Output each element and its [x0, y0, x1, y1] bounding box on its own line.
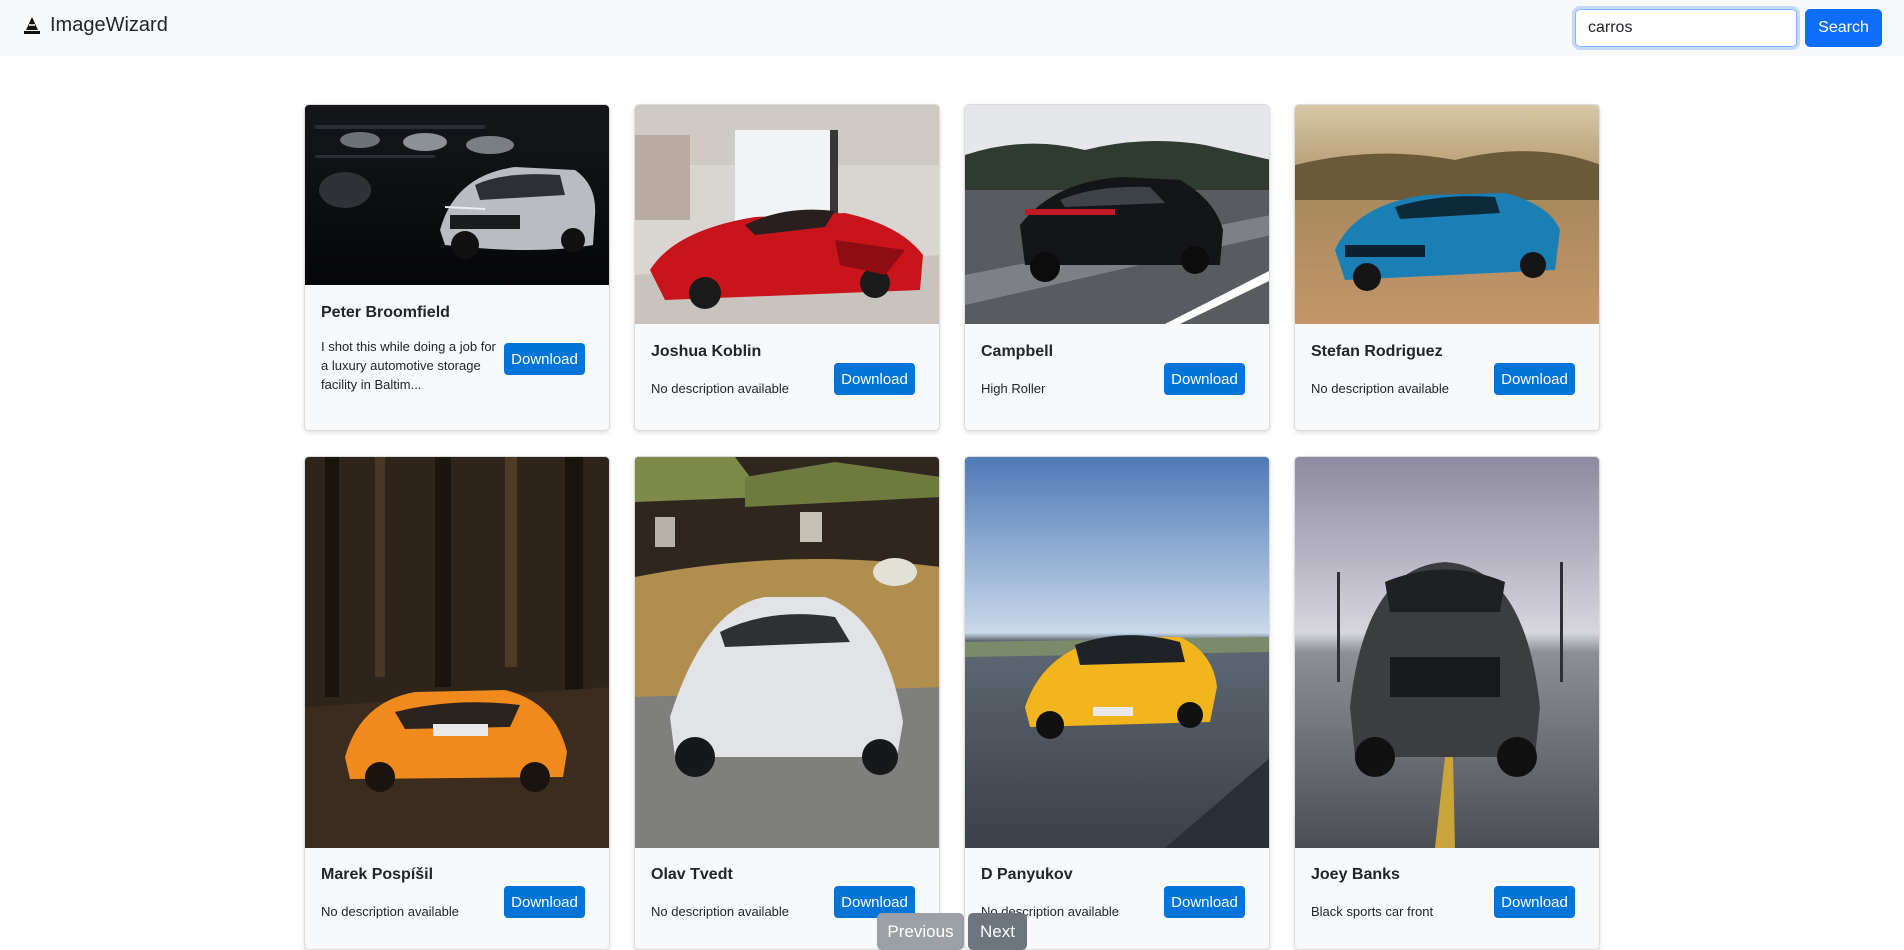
brand[interactable]: ImageWizard	[22, 14, 168, 37]
download-button[interactable]: Download	[1164, 886, 1245, 918]
navbar: ImageWizard Search	[0, 0, 1904, 56]
card-description: No description available	[651, 381, 790, 396]
image-card: Olav Tvedt No description available Down…	[634, 456, 940, 950]
card-image[interactable]	[965, 105, 1269, 324]
image-card: D Panyukov No description available Down…	[964, 456, 1270, 950]
card-author: Joshua Koblin	[651, 343, 762, 360]
card-image[interactable]	[635, 105, 939, 324]
card-author: Olav Tvedt	[651, 866, 733, 883]
card-author: Campbell	[981, 343, 1054, 360]
card-image[interactable]	[965, 457, 1269, 848]
download-button[interactable]: Download	[504, 886, 585, 918]
image-card: Peter Broomfield I shot this while doing…	[304, 104, 610, 431]
card-description: No description available	[1311, 381, 1450, 396]
next-button[interactable]: Next	[968, 913, 1027, 950]
wizard-hat-icon	[24, 16, 40, 34]
card-description: No description available	[321, 904, 460, 919]
card-image[interactable]	[1295, 457, 1599, 848]
download-button[interactable]: Download	[1164, 363, 1245, 395]
card-image[interactable]	[305, 457, 609, 848]
card-author: Stefan Rodriguez	[1311, 343, 1443, 360]
download-button[interactable]: Download	[834, 363, 915, 395]
image-card: Marek Pospíšil No description available …	[304, 456, 610, 950]
card-image[interactable]	[635, 457, 939, 848]
download-button[interactable]: Download	[504, 343, 585, 375]
card-author: Joey Banks	[1311, 866, 1400, 883]
image-card: Stefan Rodriguez No description availabl…	[1294, 104, 1600, 431]
search-input[interactable]	[1575, 9, 1797, 47]
image-card: Campbell High Roller Download	[964, 104, 1270, 431]
app-name: ImageWizard	[50, 14, 168, 36]
card-image[interactable]	[305, 105, 609, 285]
card-description: Black sports car front	[1311, 904, 1434, 919]
card-image[interactable]	[1295, 105, 1599, 324]
card-author: Marek Pospíšil	[321, 866, 434, 883]
card-description: No description available	[651, 904, 790, 919]
card-description: I shot this while doing a job for a luxu…	[321, 339, 496, 392]
card-author: D Panyukov	[981, 866, 1073, 883]
image-card: Joshua Koblin No description available D…	[634, 104, 940, 431]
search-form: Search	[1575, 9, 1882, 47]
image-card: Joey Banks Black sports car front Downlo…	[1294, 456, 1600, 950]
card-description: High Roller	[981, 381, 1046, 396]
search-button[interactable]: Search	[1805, 9, 1882, 47]
download-button[interactable]: Download	[1494, 886, 1575, 918]
previous-button[interactable]: Previous	[877, 913, 964, 950]
card-author: Peter Broomfield	[321, 304, 450, 321]
download-button[interactable]: Download	[1494, 363, 1575, 395]
